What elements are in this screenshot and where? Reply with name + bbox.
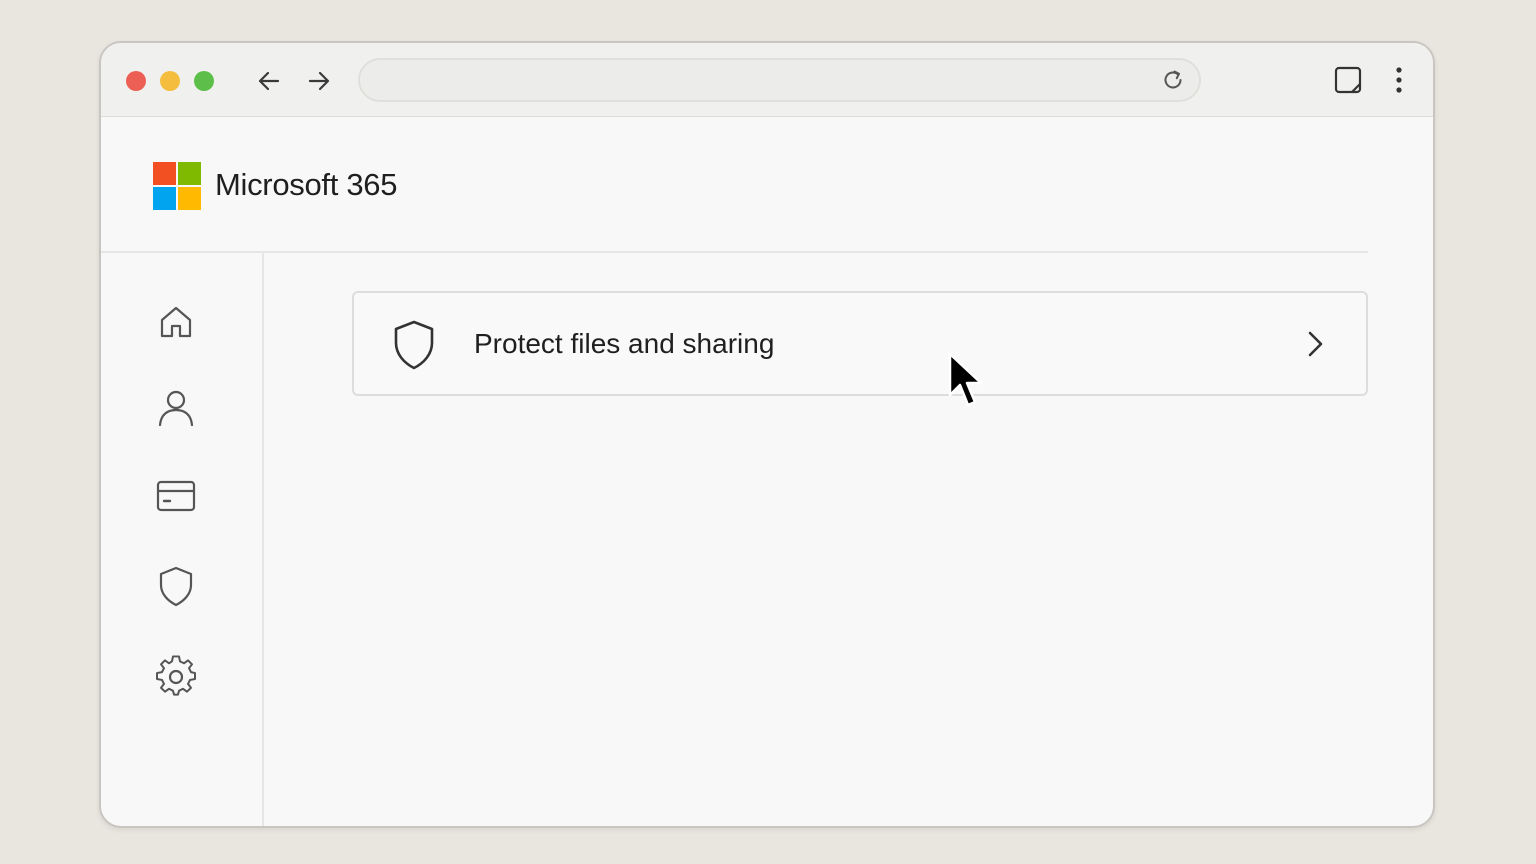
home-icon: [160, 306, 192, 338]
forward-button[interactable]: [305, 67, 333, 95]
close-window-button[interactable]: [126, 71, 146, 91]
address-input[interactable]: [378, 68, 1142, 94]
logo-square-red: [153, 162, 176, 185]
shield-icon: [159, 566, 193, 607]
minimize-window-button[interactable]: [160, 71, 180, 91]
back-button[interactable]: [255, 67, 283, 95]
browser-window: Microsoft 365 Protect files and sharing: [99, 41, 1435, 828]
logo-square-green: [178, 162, 201, 185]
logo-square-blue: [153, 187, 176, 210]
browser-menu-button[interactable]: [1387, 65, 1411, 95]
chevron-right-icon: [1308, 331, 1323, 357]
address-bar[interactable]: [358, 58, 1201, 102]
panel-icon: [1334, 66, 1362, 94]
reload-button[interactable]: [1159, 66, 1187, 94]
card-label: Protect files and sharing: [474, 328, 775, 359]
protect-files-card[interactable]: Protect files and sharing: [352, 291, 1368, 396]
side-panel-button[interactable]: [1333, 65, 1363, 95]
person-icon: [158, 390, 194, 427]
sidebar-item-settings[interactable]: [151, 651, 201, 701]
sidebar-item-security[interactable]: [151, 561, 201, 611]
shield-icon: [394, 320, 434, 370]
gear-icon: [156, 655, 196, 696]
sidebar-item-billing[interactable]: [151, 471, 201, 521]
browser-toolbar: [101, 43, 1433, 117]
reload-icon: [1164, 70, 1182, 89]
sidebar: [101, 253, 264, 826]
app-title: Microsoft 365: [215, 167, 398, 202]
sidebar-item-users[interactable]: [151, 382, 201, 432]
microsoft-logo: [153, 162, 201, 210]
logo-square-yellow: [178, 187, 201, 210]
arrow-left-icon: [258, 71, 280, 91]
card-icon: [156, 480, 196, 512]
app-header: Microsoft 365: [101, 116, 1368, 253]
sidebar-item-home[interactable]: [151, 297, 201, 347]
more-vertical-icon: [1396, 67, 1402, 93]
arrow-right-icon: [308, 71, 330, 91]
maximize-window-button[interactable]: [194, 71, 214, 91]
